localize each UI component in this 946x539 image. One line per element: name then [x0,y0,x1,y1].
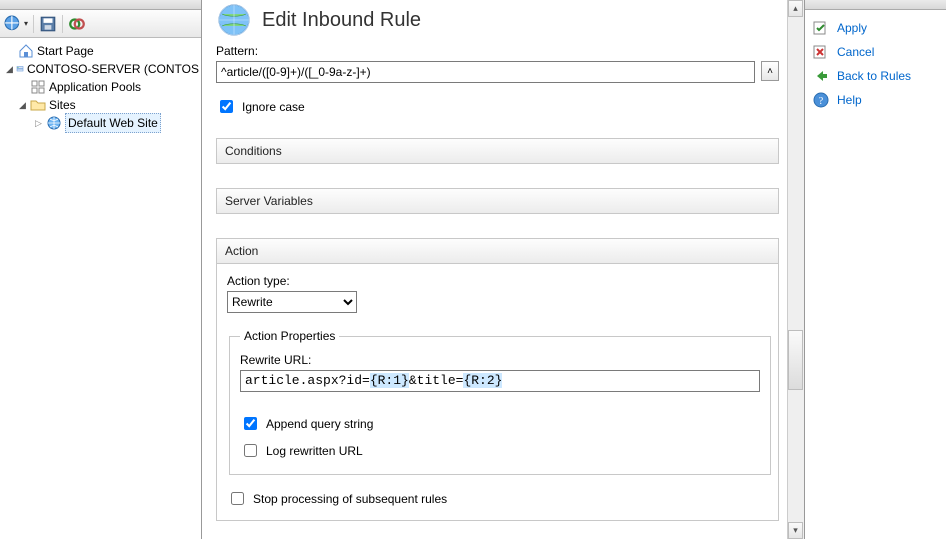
connections-panel: ▾ Start Page ◢ CON [0,0,202,539]
tree-app-pools[interactable]: Application Pools [4,78,201,96]
back-label: Back to Rules [837,69,911,83]
stop-processing-label: Stop processing of subsequent rules [253,492,447,506]
vertical-scrollbar[interactable]: ▴ ▾ [787,0,804,539]
append-qs-row[interactable]: Append query string [240,414,760,433]
tree-server-label: CONTOSO-SERVER (CONTOS [27,60,199,78]
page-title-row: Edit Inbound Rule [216,0,779,44]
app-pools-icon [30,79,46,95]
main-content: Edit Inbound Rule Pattern: ˄ Ignore case… [202,0,804,539]
tree-default-site[interactable]: ▷ Default Web Site [4,114,201,132]
action-section-body: Action type: Rewrite Action Properties R… [216,264,779,521]
action-section-header[interactable]: Action [216,238,779,264]
action-properties-legend: Action Properties [240,329,339,343]
tree-sites-label: Sites [49,96,76,114]
scroll-thumb[interactable] [788,330,803,390]
help-label: Help [837,93,862,107]
home-icon [18,43,34,59]
actions-header [805,0,946,10]
globe-icon [46,115,62,131]
append-qs-checkbox[interactable] [244,417,257,430]
back-arrow-icon [813,68,829,84]
scroll-down-button[interactable]: ▾ [788,522,803,539]
svg-text:?: ? [819,96,824,107]
tree-app-pools-label: Application Pools [49,78,141,96]
pattern-scroll-button[interactable]: ˄ [761,61,779,81]
cancel-label: Cancel [837,45,874,59]
expand-icon[interactable]: ▷ [34,119,43,128]
nav-dropdown-icon[interactable] [4,15,22,33]
connections-toolbar: ▾ [0,10,201,38]
rewrite-url-input[interactable]: article.aspx?id={R:1}&title={R:2} [240,370,760,392]
log-label: Log rewritten URL [266,444,363,458]
apply-icon [813,20,829,36]
tree-sites[interactable]: ◢ Sites [4,96,201,114]
collapse-icon[interactable]: ◢ [18,101,27,110]
actions-panel: Apply Cancel Back to Rules ? Help [804,0,946,539]
stop-processing-row[interactable]: Stop processing of subsequent rules [227,489,768,508]
scroll-up-button[interactable]: ▴ [788,0,803,17]
ignore-case-checkbox[interactable] [220,100,233,113]
server-icon [16,61,24,77]
rewrite-url-label: Rewrite URL: [240,353,760,367]
tree-default-site-label: Default Web Site [65,113,161,133]
folder-icon [30,97,46,113]
cancel-icon [813,44,829,60]
apply-action[interactable]: Apply [811,16,940,40]
ignore-case-row[interactable]: Ignore case [216,97,779,116]
tree-start-page[interactable]: Start Page [4,42,201,60]
help-action[interactable]: ? Help [811,88,940,112]
cancel-action[interactable]: Cancel [811,40,940,64]
pattern-input[interactable] [216,61,755,83]
connections-tree: Start Page ◢ CONTOSO-SERVER (CONTOS Appl… [0,38,201,132]
connections-header [0,0,201,10]
tree-start-page-label: Start Page [37,42,94,60]
page-title: Edit Inbound Rule [262,9,421,32]
chevron-up-icon: ˄ [767,66,773,77]
conditions-section-header[interactable]: Conditions [216,138,779,164]
apply-label: Apply [837,21,867,35]
action-type-select[interactable]: Rewrite [227,291,357,313]
server-variables-section-header[interactable]: Server Variables [216,188,779,214]
help-icon: ? [813,92,829,108]
back-to-rules-action[interactable]: Back to Rules [811,64,940,88]
ignore-case-label: Ignore case [242,100,305,114]
pattern-label: Pattern: [216,44,779,58]
log-checkbox[interactable] [244,444,257,457]
append-qs-label: Append query string [266,417,373,431]
globe-large-icon [216,2,252,38]
stop-processing-checkbox[interactable] [231,492,244,505]
refresh-icon[interactable] [68,15,86,33]
collapse-icon[interactable]: ◢ [6,65,13,74]
log-row[interactable]: Log rewritten URL [240,441,760,460]
save-icon[interactable] [39,15,57,33]
action-properties-fieldset: Action Properties Rewrite URL: article.a… [229,329,771,475]
tree-server[interactable]: ◢ CONTOSO-SERVER (CONTOS [4,60,201,78]
action-type-label: Action type: [227,274,768,288]
